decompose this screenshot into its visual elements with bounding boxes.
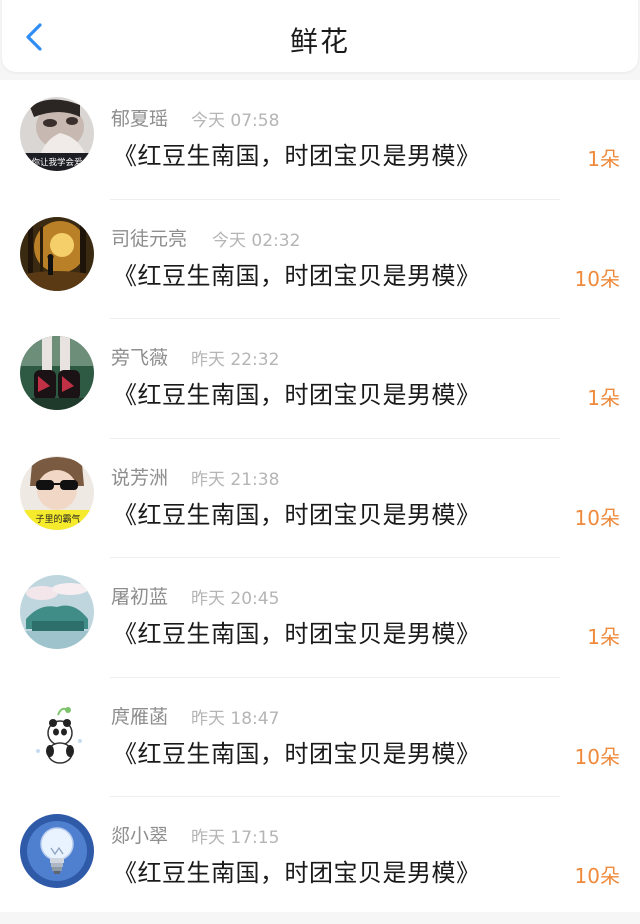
sender-name: 旁飞薇: [111, 347, 169, 369]
timestamp: 今天 07:58: [191, 111, 280, 131]
flower-list: 你让我学会爱 郁夏瑶 今天 07:58 《红豆生南国，时团宝贝是男模》 1朵 司…: [0, 80, 640, 917]
avatar: [20, 575, 94, 649]
sender-name: 屠初蓝: [111, 586, 169, 608]
avatar: [20, 814, 94, 888]
sender-name: 郁夏瑶: [111, 108, 169, 130]
sender-name: 司徒元亮: [111, 227, 188, 250]
message-text: 《红豆生南国，时团宝贝是男模》: [113, 739, 481, 768]
flower-count: 10朵: [574, 505, 620, 530]
timestamp: 昨天 22:32: [191, 350, 280, 370]
list-item[interactable]: 旁飞薇 昨天 22:32 《红豆生南国，时团宝贝是男模》 1朵: [0, 319, 640, 439]
timestamp: 今天 02:32: [212, 230, 301, 251]
sender-name: 说芳洲: [111, 466, 169, 489]
list-item[interactable]: 你让我学会爱 郁夏瑶 今天 07:58 《红豆生南国，时团宝贝是男模》 1朵: [0, 80, 640, 200]
timestamp: 昨天 21:38: [191, 469, 280, 490]
sender-name: 庹雁菡: [111, 705, 169, 728]
message-text: 《红豆生南国，时团宝贝是男模》: [113, 500, 481, 529]
bottom-spacer: [0, 912, 640, 924]
flower-count: 1朵: [587, 625, 620, 649]
sender-name: 郯小翠: [111, 825, 169, 847]
list-item[interactable]: 子里的霸气 说芳洲 昨天 21:38 《红豆生南国，时团宝贝是男模》 10朵: [0, 438, 640, 558]
avatar: [20, 336, 94, 410]
flower-count: 10朵: [574, 744, 620, 769]
avatar-caption: 子里的霸气: [35, 513, 80, 525]
flower-count: 10朵: [574, 266, 620, 291]
timestamp: 昨天 18:47: [191, 708, 280, 729]
message-text: 《红豆生南国，时团宝贝是男模》: [113, 859, 481, 887]
avatar: 你让我学会爱: [20, 97, 94, 171]
avatar: 子里的霸气: [20, 455, 94, 530]
flower-count: 1朵: [587, 147, 620, 171]
flower-count: 1朵: [587, 386, 620, 410]
list-item[interactable]: 郯小翠 昨天 17:15 《红豆生南国，时团宝贝是男模》 10朵: [0, 797, 640, 917]
list-item[interactable]: 司徒元亮 今天 02:32 《红豆生南国，时团宝贝是男模》 10朵: [0, 199, 640, 319]
page-title: 鲜花: [289, 25, 350, 58]
timestamp: 昨天 20:45: [191, 589, 280, 609]
message-text: 《红豆生南国，时团宝贝是男模》: [113, 620, 481, 648]
list-item[interactable]: 屠初蓝 昨天 20:45 《红豆生南国，时团宝贝是男模》 1朵: [0, 558, 640, 678]
header-bar: 鲜花: [2, 0, 638, 72]
message-text: 《红豆生南国，时团宝贝是男模》: [113, 142, 481, 170]
message-text: 《红豆生南国，时团宝贝是男模》: [113, 381, 481, 409]
timestamp: 昨天 17:15: [191, 828, 280, 848]
flower-count: 10朵: [574, 864, 620, 888]
list-item[interactable]: 庹雁菡 昨天 18:47 《红豆生南国，时团宝贝是男模》 10朵: [0, 677, 640, 797]
message-text: 《红豆生南国，时团宝贝是男模》: [113, 261, 481, 290]
avatar: [20, 694, 94, 769]
avatar: [20, 216, 94, 291]
avatar-caption: 你让我学会爱: [31, 157, 82, 168]
